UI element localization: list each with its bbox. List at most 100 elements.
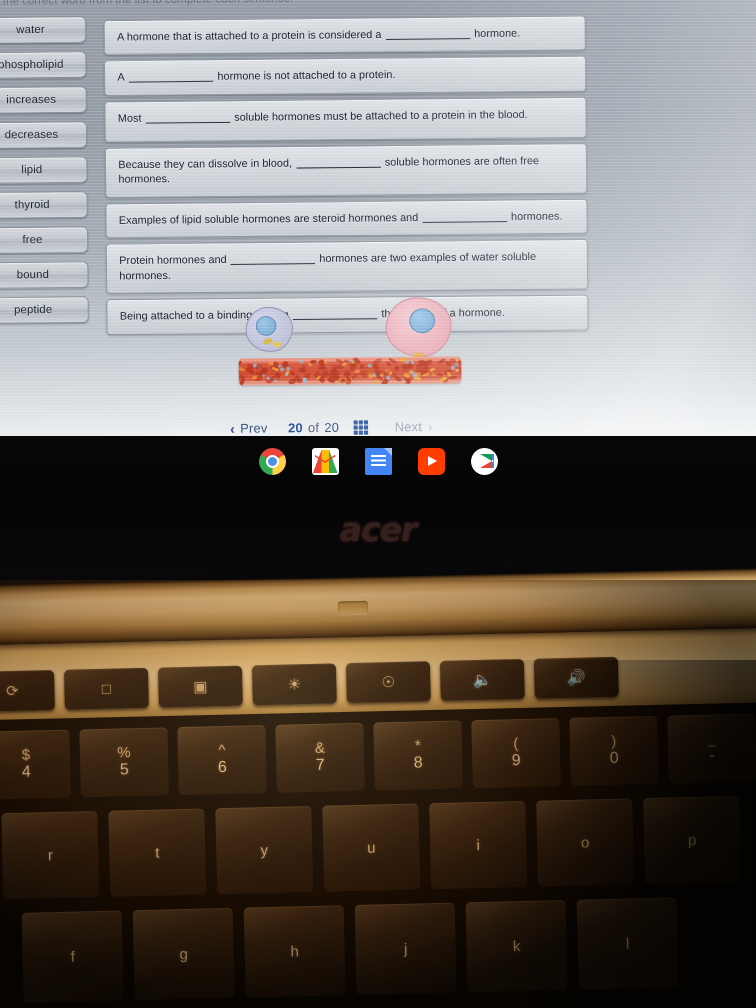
answer-blank[interactable] — [296, 156, 381, 168]
key-shift-glyph: ^ — [218, 743, 225, 758]
key-8[interactable]: * 8 — [373, 720, 463, 790]
key-g[interactable]: g — [133, 908, 235, 1000]
word-bank-item[interactable]: peptide — [0, 296, 89, 324]
key-glyph: i — [476, 837, 480, 854]
hinge-latch-notch — [338, 601, 368, 615]
key-f[interactable]: f — [22, 910, 124, 1002]
keyboard-top-letter-row[interactable]: rtyuiop — [1, 796, 752, 900]
next-chevron-icon[interactable]: › — [428, 420, 432, 434]
key-k[interactable]: k — [466, 900, 568, 992]
key-0[interactable]: ) 0 — [569, 716, 659, 786]
sentence-box[interactable]: Protein hormones and hormones are two exa… — [106, 239, 589, 294]
target-cell-pink-icon — [385, 297, 451, 357]
pagination-bar[interactable]: ‹ Prev 20 of 20 Next › — [230, 414, 529, 438]
key-glyph: ▣ — [193, 677, 208, 695]
answer-blank[interactable] — [422, 211, 507, 223]
key-9[interactable]: (9 — [471, 718, 561, 788]
sentence-box[interactable]: Most soluble hormones must be attached to… — [104, 97, 586, 143]
word-bank-item-label: peptide — [14, 304, 52, 317]
next-button[interactable]: Next — [395, 420, 422, 435]
key-glyph: o — [581, 834, 590, 851]
key-glyph: t — [155, 844, 160, 861]
fullscreen-key[interactable]: □ — [64, 668, 149, 710]
word-bank-item-label: free — [22, 234, 42, 247]
volume-up-key[interactable]: 🔊 — [534, 657, 619, 699]
sentence-box[interactable]: A hormone that is attached to a protein … — [104, 15, 586, 55]
key--[interactable]: _ - — [667, 714, 756, 784]
nucleus-icon — [409, 308, 435, 333]
play-store-icon[interactable] — [471, 448, 498, 475]
key-u[interactable]: u — [322, 803, 420, 891]
key-glyph: f — [70, 948, 75, 965]
instruction-text-cut-off: ...the correct word from the list to com… — [0, 0, 756, 9]
key-p[interactable]: p — [643, 796, 741, 884]
answer-blank[interactable] — [129, 71, 214, 83]
key-y[interactable]: y — [215, 806, 313, 894]
key-glyph: - — [709, 749, 715, 765]
key-shift-glyph: ( — [513, 736, 518, 751]
prev-button[interactable]: Prev — [240, 421, 267, 436]
key-r[interactable]: r — [1, 811, 99, 899]
key-glyph: 8 — [414, 756, 423, 773]
google-docs-icon[interactable] — [365, 448, 392, 475]
target-cell-pale-icon — [245, 307, 293, 353]
key-4[interactable]: $4 — [0, 730, 71, 800]
nucleus-icon — [256, 316, 277, 336]
photo-of-chromebook: ...the correct word from the list to com… — [0, 0, 756, 1008]
overview-key[interactable]: ▣ — [158, 666, 243, 708]
key-6[interactable]: ^ 6 — [177, 725, 267, 795]
keyboard-home-letter-row[interactable]: f ghjkl — [22, 897, 690, 1003]
word-bank-item[interactable]: phospholipid — [0, 51, 87, 79]
word-bank-item[interactable]: increases — [0, 86, 87, 114]
refresh-key[interactable]: ⟳ — [0, 670, 55, 712]
youtube-icon[interactable] — [418, 448, 445, 475]
sentence-prefix: Most — [118, 112, 142, 125]
mute-key[interactable]: 🔈 — [440, 659, 525, 701]
word-bank-item[interactable]: lipid — [0, 156, 88, 184]
keyboard[interactable]: ⟳ □ ▣ ☀ ☉ 🔈 🔊 $4% 5 ^ 6 & 7 * 8(9) 0 _ - r t y u i o p f ghjkl — [0, 652, 756, 1008]
key-h[interactable]: h — [244, 905, 346, 997]
answer-blank[interactable] — [386, 28, 471, 40]
brightness-down-key[interactable]: ☀ — [252, 663, 337, 705]
sentence-suffix: soluble hormones must be attached to a p… — [234, 109, 528, 124]
key-5[interactable]: % 5 — [79, 727, 169, 797]
key-glyph: 7 — [316, 758, 325, 775]
key-j[interactable]: j — [355, 903, 457, 995]
gmail-icon[interactable] — [312, 448, 339, 475]
brightness-up-key[interactable]: ☉ — [346, 661, 431, 703]
answer-blank[interactable] — [231, 253, 316, 265]
shelf-app-tray[interactable] — [0, 440, 756, 482]
sentence-prefix: A hormone that is attached to a protein … — [117, 29, 381, 44]
word-bank-item[interactable]: thyroid — [0, 191, 88, 219]
key-glyph: □ — [102, 680, 111, 697]
sentence-prefix: A — [117, 72, 124, 84]
key-glyph: u — [367, 839, 376, 856]
answer-blank[interactable] — [146, 111, 231, 123]
chrome-icon[interactable] — [259, 448, 286, 475]
key-glyph: ⟳ — [6, 682, 19, 700]
sentence-suffix: hormones. — [511, 210, 563, 223]
word-bank-item-label: lipid — [21, 164, 42, 177]
sentence-box[interactable]: Ahormone is not attached to a protein. — [104, 56, 586, 96]
key-7[interactable]: & 7 — [275, 723, 365, 793]
sentence-suffix: hormone is not attached to a protein. — [217, 69, 395, 83]
word-bank-item[interactable]: free — [0, 226, 88, 254]
word-bank-item[interactable]: water — [0, 16, 86, 44]
key-glyph: p — [688, 831, 697, 848]
acer-brand-logo: acer — [0, 510, 756, 549]
keyboard-number-row[interactable]: $4% 5 ^ 6 & 7 * 8(9) 0 _ - — [0, 713, 756, 799]
grid-view-icon[interactable] — [353, 420, 368, 435]
word-bank-item[interactable]: decreases — [0, 121, 87, 149]
key-t[interactable]: t — [108, 809, 206, 897]
sentence-box[interactable]: Because they can dissolve in blood, solub… — [105, 143, 588, 198]
total-page-count: 20 — [324, 421, 339, 436]
key-l[interactable]: l — [577, 897, 679, 989]
sentence-box[interactable]: Examples of lipid soluble hormones are s… — [105, 199, 587, 239]
key-shift-glyph: % — [117, 745, 131, 761]
key-i[interactable]: i — [429, 801, 527, 889]
sentence-prefix: Because they can dissolve in blood, — [118, 157, 292, 171]
prev-chevron-icon[interactable]: ‹ — [230, 420, 235, 437]
hormone-transport-diagram — [235, 295, 465, 392]
key-o[interactable]: o — [536, 798, 634, 886]
word-bank-item[interactable]: bound — [0, 261, 89, 289]
